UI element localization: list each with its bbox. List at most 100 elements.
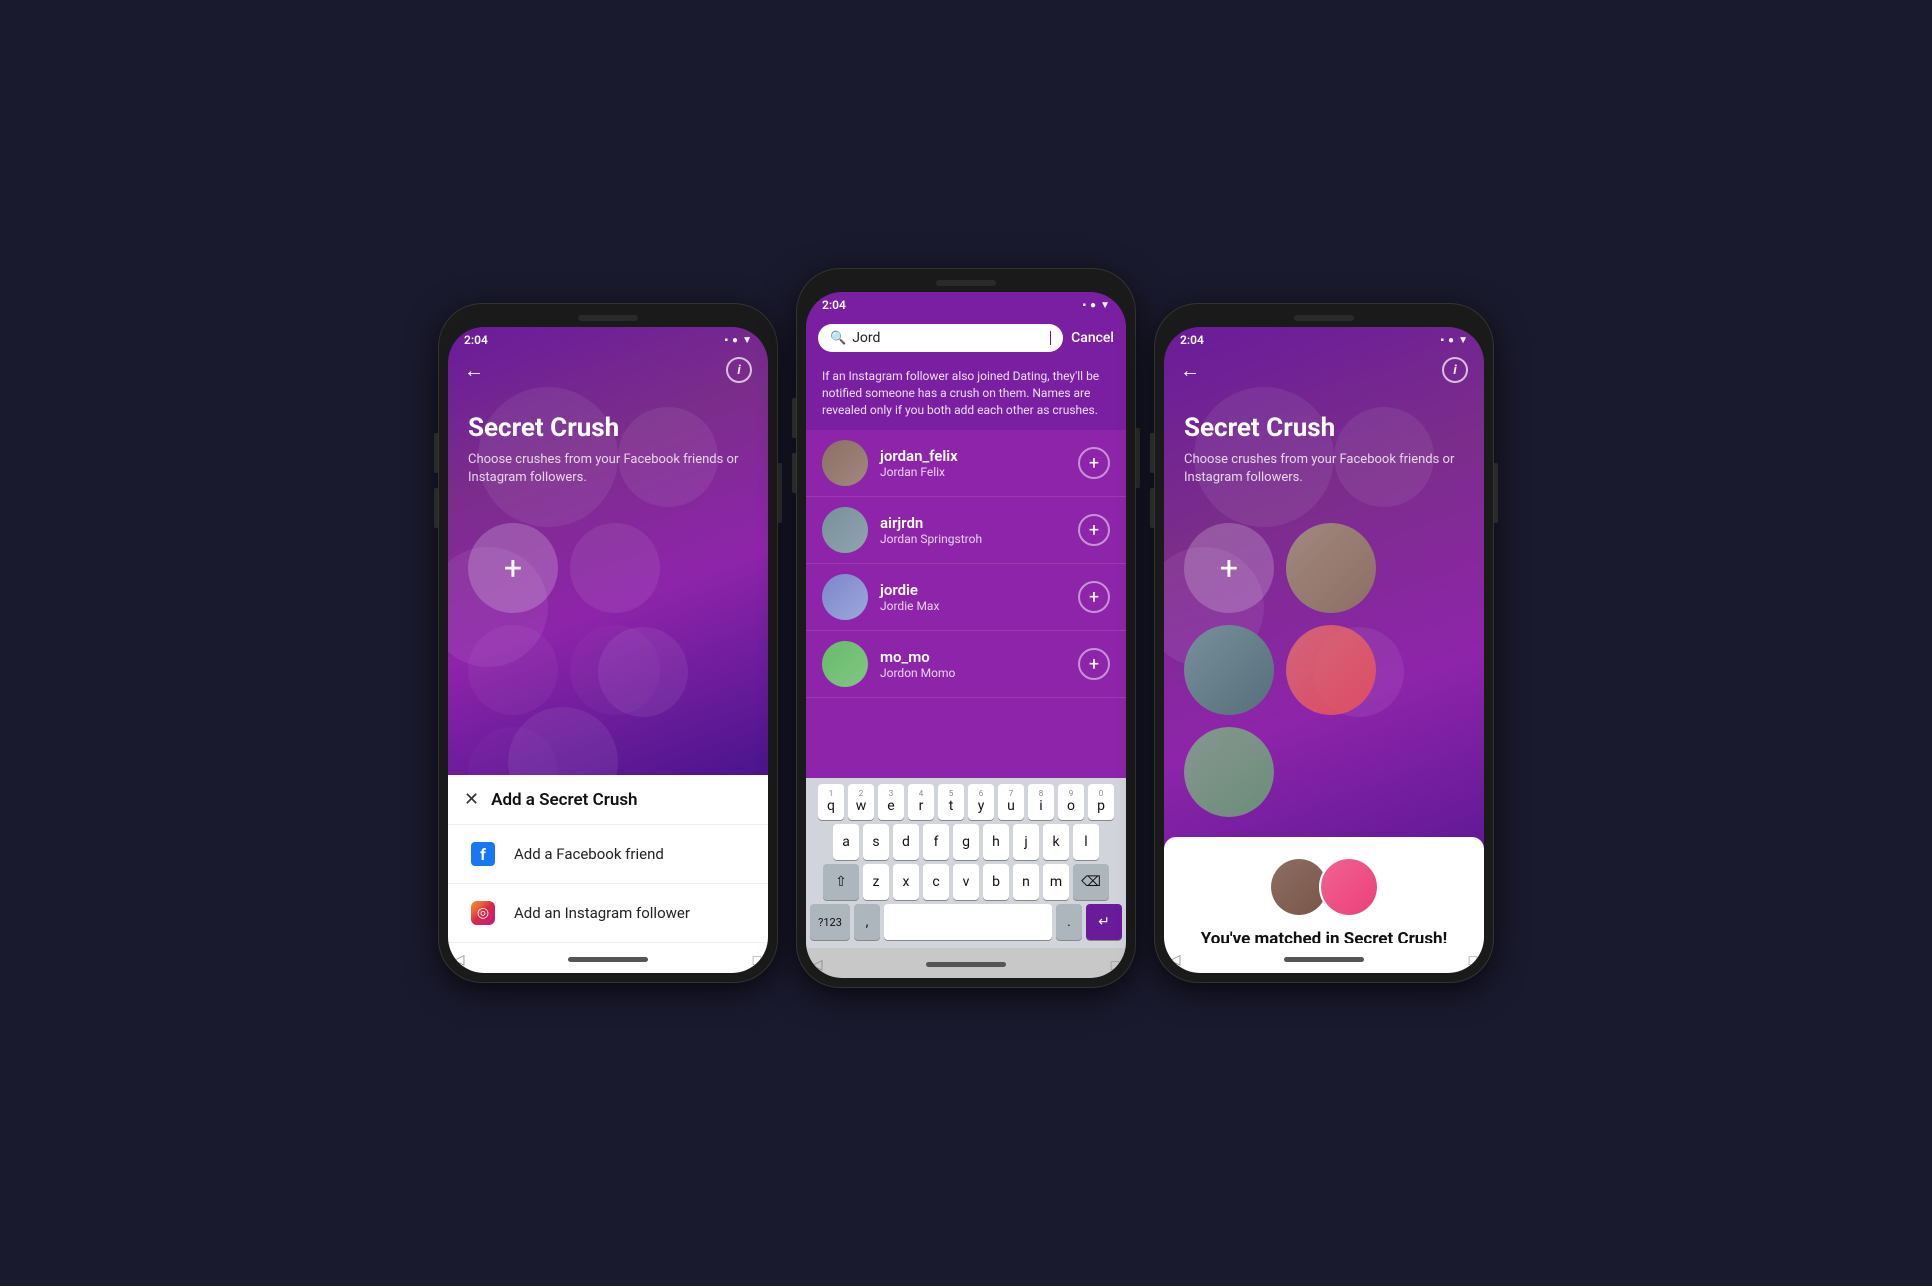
result-info-2: jordie Jordie Max xyxy=(880,581,1066,613)
result-item-1: airjrdn Jordan Springstroh + xyxy=(806,497,1126,564)
info-button-3[interactable]: i xyxy=(1442,357,1468,383)
facebook-icon: f xyxy=(468,839,498,869)
key-d[interactable]: d xyxy=(893,824,919,860)
nav-home-2[interactable] xyxy=(926,962,1006,967)
result-name-1: Jordan Springstroh xyxy=(880,532,1066,546)
key-s[interactable]: s xyxy=(863,824,889,860)
result-name-3: Jordon Momo xyxy=(880,666,1066,680)
bottom-sheet-1: ✕ Add a Secret Crush f Add a Facebook fr… xyxy=(448,775,768,943)
key-p[interactable]: 0p xyxy=(1088,784,1114,820)
instagram-icon: ◎ xyxy=(468,898,498,928)
cancel-button[interactable]: Cancel xyxy=(1071,330,1114,346)
result-avatar-2 xyxy=(822,574,868,620)
keyboard-row-0: 1q 2w 3e 4r 5t 6y 7u 8i 9o 0p xyxy=(810,784,1122,820)
key-i[interactable]: 8i xyxy=(1028,784,1054,820)
keyboard-row-1: a s d f g h j k l xyxy=(810,824,1122,860)
key-w[interactable]: 2w xyxy=(848,784,874,820)
result-item-0: jordan_felix Jordan Felix + xyxy=(806,430,1126,497)
add-crush-circle[interactable]: + xyxy=(468,523,558,613)
phone-1-screen: 2:04 ▪ ● ▼ ← i Secret Crush Choose crush… xyxy=(448,327,768,973)
search-screen: 2:04 ▪ ● ▼ 🔍 Jord Cancel xyxy=(806,292,1126,948)
empty-crush-circle-4 xyxy=(468,727,558,775)
nav-back-3[interactable]: ◁ xyxy=(1164,949,1186,971)
key-v[interactable]: v xyxy=(953,864,979,900)
keyboard-row-2: ⇧ z x c v b n m ⌫ xyxy=(810,864,1122,900)
key-shift[interactable]: ⇧ xyxy=(823,864,859,900)
result-name-0: Jordan Felix xyxy=(880,465,1066,479)
sim-icon-3: ▪ xyxy=(1441,335,1445,346)
wifi-icon: ● xyxy=(732,335,738,346)
nav-square-1[interactable]: □ xyxy=(746,949,768,971)
nav-home-3[interactable] xyxy=(1284,957,1364,962)
add-result-3[interactable]: + xyxy=(1078,648,1110,680)
result-item-2: jordie Jordie Max + xyxy=(806,564,1126,631)
keyboard-row-3: ?123 , . ↵ xyxy=(810,904,1122,940)
purple-background-3: 2:04 ▪ ● ▼ ← i Secret Crush Choose crush… xyxy=(1164,327,1484,943)
key-x[interactable]: x xyxy=(893,864,919,900)
purple-background-1: 2:04 ▪ ● ▼ ← i Secret Crush Choose crush… xyxy=(448,327,768,775)
key-space[interactable] xyxy=(884,904,1052,940)
crush-circles-1: + xyxy=(448,503,768,775)
search-results: jordan_felix Jordan Felix + airjrdn Jord… xyxy=(806,430,1126,778)
key-sym[interactable]: ?123 xyxy=(810,904,850,940)
add-result-2[interactable]: + xyxy=(1078,581,1110,613)
nav-home-1[interactable] xyxy=(568,957,648,962)
key-k[interactable]: k xyxy=(1043,824,1069,860)
search-info-text: If an Instagram follower also joined Dat… xyxy=(806,360,1126,430)
key-b[interactable]: b xyxy=(983,864,1009,900)
result-username-2: jordie xyxy=(880,581,1066,599)
key-z[interactable]: z xyxy=(863,864,889,900)
phone-speaker-2 xyxy=(936,280,996,286)
add-crush-circle-3[interactable]: + xyxy=(1184,523,1274,613)
crush-person-3 xyxy=(1286,625,1376,715)
match-dialog: You've matched in Secret Crush! You can … xyxy=(1164,837,1484,943)
result-info-1: airjrdn Jordan Springstroh xyxy=(880,514,1066,546)
key-a[interactable]: a xyxy=(833,824,859,860)
key-y[interactable]: 6y xyxy=(968,784,994,820)
info-button-1[interactable]: i xyxy=(726,357,752,383)
status-icons-2: ▪ ● ▼ xyxy=(1083,300,1111,311)
add-result-0[interactable]: + xyxy=(1078,447,1110,479)
page-content-3: Secret Crush Choose crushes from your Fa… xyxy=(1164,383,1484,503)
key-f[interactable]: f xyxy=(923,824,949,860)
key-g[interactable]: g xyxy=(953,824,979,860)
key-o[interactable]: 9o xyxy=(1058,784,1084,820)
nav-square-3[interactable]: □ xyxy=(1462,949,1484,971)
search-input-box[interactable]: 🔍 Jord xyxy=(818,324,1063,352)
add-instagram-option[interactable]: ◎ Add an Instagram follower xyxy=(448,884,768,943)
add-result-1[interactable]: + xyxy=(1078,514,1110,546)
nav-bar-1: ◁ □ xyxy=(448,943,768,973)
add-instagram-label: Add an Instagram follower xyxy=(514,904,690,922)
search-icon: 🔍 xyxy=(830,331,846,346)
key-period[interactable]: . xyxy=(1056,904,1082,940)
key-j[interactable]: j xyxy=(1013,824,1039,860)
key-l[interactable]: l xyxy=(1073,824,1099,860)
key-u[interactable]: 7u xyxy=(998,784,1024,820)
key-n[interactable]: n xyxy=(1013,864,1039,900)
add-facebook-option[interactable]: f Add a Facebook friend xyxy=(448,825,768,884)
key-e[interactable]: 3e xyxy=(878,784,904,820)
key-q[interactable]: 1q xyxy=(818,784,844,820)
back-button-3[interactable]: ← xyxy=(1180,358,1200,383)
nav-back-1[interactable]: ◁ xyxy=(448,949,470,971)
time-3: 2:04 xyxy=(1180,333,1204,347)
key-m[interactable]: m xyxy=(1043,864,1069,900)
key-h[interactable]: h xyxy=(983,824,1009,860)
key-c[interactable]: c xyxy=(923,864,949,900)
nav-back-2[interactable]: ◁ xyxy=(806,954,828,976)
time-1: 2:04 xyxy=(464,333,488,347)
crush-person-1 xyxy=(1286,523,1376,613)
key-backspace[interactable]: ⌫ xyxy=(1073,864,1109,900)
result-info-3: mo_mo Jordon Momo xyxy=(880,648,1066,680)
phone-3: 2:04 ▪ ● ▼ ← i Secret Crush Choose crush… xyxy=(1154,303,1494,983)
key-comma[interactable]: , xyxy=(854,904,880,940)
key-enter[interactable]: ↵ xyxy=(1086,904,1122,940)
result-username-0: jordan_felix xyxy=(880,447,1066,465)
page-content-1: Secret Crush Choose crushes from your Fa… xyxy=(448,383,768,503)
key-r[interactable]: 4r xyxy=(908,784,934,820)
back-button-1[interactable]: ← xyxy=(464,358,484,383)
nav-square-2[interactable]: □ xyxy=(1104,954,1126,976)
close-sheet-button[interactable]: ✕ xyxy=(464,789,479,810)
key-t[interactable]: 5t xyxy=(938,784,964,820)
search-bar-wrap: 🔍 Jord Cancel xyxy=(806,316,1126,360)
